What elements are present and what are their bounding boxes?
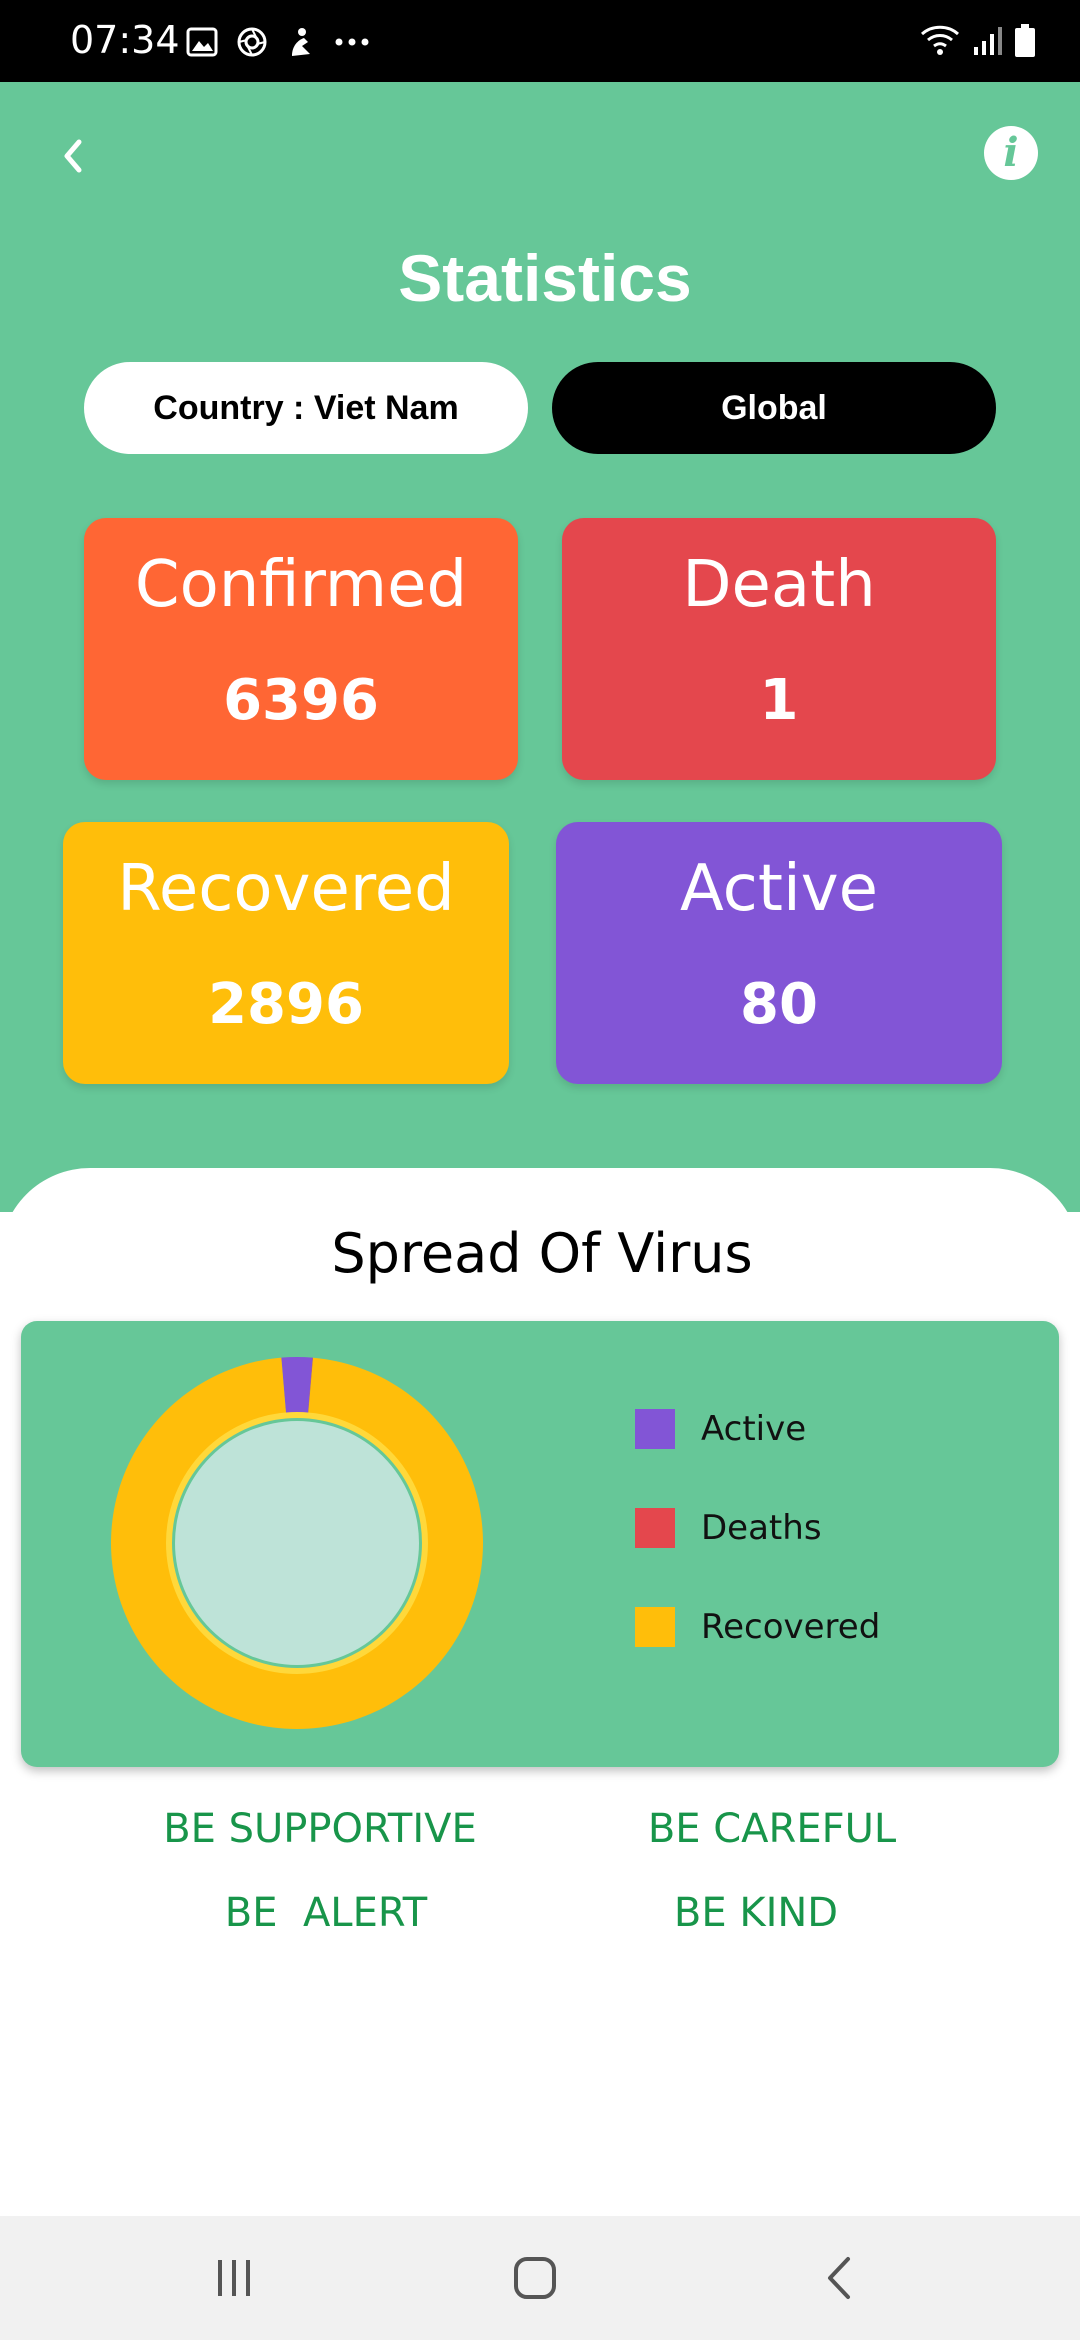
active-value: 80 — [740, 972, 818, 1037]
legend-item-recovered: Recovered — [635, 1607, 880, 1647]
slogan-be-alert: BE ALERT — [224, 1890, 428, 1936]
legend-swatch-active — [635, 1409, 675, 1449]
system-back-button[interactable] — [794, 2240, 884, 2316]
death-value: 1 — [759, 668, 799, 733]
legend-label-active: Active — [701, 1409, 807, 1449]
legend-item-active: Active — [635, 1409, 806, 1449]
home-button[interactable] — [490, 2240, 580, 2316]
legend-label-recovered: Recovered — [701, 1607, 881, 1647]
donut-chart — [111, 1357, 484, 1729]
active-card: Active 80 — [556, 822, 1002, 1084]
confirmed-value: 6396 — [223, 668, 379, 733]
gallery-icon — [186, 27, 218, 57]
system-navigation-bar — [0, 2216, 1080, 2340]
legend-swatch-deaths — [635, 1508, 675, 1548]
status-notification-icons — [186, 22, 370, 62]
back-icon — [828, 2257, 850, 2299]
donut-slice-active — [281, 1357, 313, 1418]
signal-icon — [974, 27, 1002, 55]
slogan-be-kind: BE KIND — [673, 1890, 839, 1936]
chevron-left-icon — [64, 139, 82, 173]
global-toggle-label: Global — [721, 388, 827, 427]
slogan-be-careful: BE CAREFUL — [647, 1806, 897, 1852]
status-time: 07:34 — [70, 18, 180, 62]
recovered-card: Recovered 2896 — [63, 822, 509, 1084]
chart-card: Active Deaths Recovered — [21, 1321, 1059, 1767]
recovered-value: 2896 — [208, 972, 364, 1037]
home-icon — [514, 2257, 556, 2299]
confirmed-card: Confirmed 6396 — [84, 518, 518, 780]
death-card: Death 1 — [562, 518, 996, 780]
camera-lens-icon — [237, 27, 267, 57]
active-label: Active — [680, 852, 878, 926]
status-system-icons — [920, 20, 1036, 62]
global-toggle-button[interactable]: Global — [552, 362, 996, 454]
legend-label-deaths: Deaths — [701, 1508, 822, 1548]
chart-section-title: Spread Of Virus — [331, 1222, 753, 1285]
info-button[interactable]: i — [984, 126, 1038, 180]
app-notification-icon — [292, 28, 310, 56]
death-label: Death — [682, 548, 876, 622]
country-toggle-label: Country : Viet Nam — [153, 388, 459, 427]
legend-item-deaths: Deaths — [635, 1508, 822, 1548]
slogan-be-supportive: BE SUPPORTIVE — [163, 1806, 477, 1852]
country-toggle-button[interactable]: Country : Viet Nam — [84, 362, 528, 454]
legend-swatch-recovered — [635, 1607, 675, 1647]
donut-center — [175, 1421, 419, 1665]
page-title: Statistics — [398, 241, 692, 315]
info-icon: i — [1003, 129, 1019, 176]
confirmed-label: Confirmed — [134, 548, 468, 622]
status-bar: 07:34 — [0, 0, 1080, 82]
recent-apps-button[interactable] — [189, 2240, 279, 2316]
battery-icon — [1015, 24, 1035, 57]
recovered-label: Recovered — [117, 852, 455, 926]
back-button[interactable] — [50, 128, 94, 184]
wifi-icon — [920, 25, 960, 55]
more-dots-icon — [335, 38, 369, 46]
recent-apps-icon — [218, 2260, 250, 2296]
